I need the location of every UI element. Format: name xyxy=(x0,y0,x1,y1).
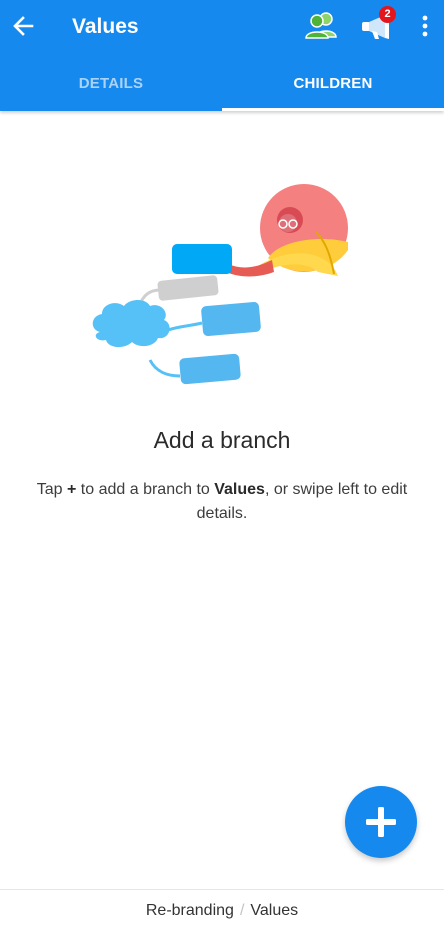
breadcrumb: Re-branding / Values xyxy=(0,889,444,925)
body-prefix: Tap xyxy=(36,481,68,498)
more-options-button[interactable] xyxy=(418,14,432,38)
breadcrumb-current: Values xyxy=(250,902,299,919)
branch-illustration xyxy=(92,184,348,385)
page-title: Values xyxy=(72,15,139,38)
active-tab-indicator xyxy=(222,108,444,111)
more-vertical-icon xyxy=(422,15,428,37)
toolbar: Values 2 xyxy=(0,0,444,56)
body-target: Values xyxy=(214,481,265,498)
tab-children[interactable]: CHILDREN xyxy=(222,58,444,111)
breadcrumb-separator: / xyxy=(239,902,245,919)
tab-details[interactable]: DETAILS xyxy=(0,58,222,111)
add-branch-button[interactable] xyxy=(345,786,417,858)
notification-badge: 2 xyxy=(379,6,396,23)
breadcrumb-parent[interactable]: Re-branding xyxy=(146,902,234,919)
collaborators-button[interactable] xyxy=(304,10,340,40)
empty-state-body: Tap + to add a branch to Values, or swip… xyxy=(20,478,424,526)
body-plus: + xyxy=(67,481,77,498)
empty-state-title: Add a branch xyxy=(153,427,291,453)
back-button[interactable] xyxy=(8,8,40,44)
tab-bar: DETAILS CHILDREN xyxy=(0,58,444,111)
plus-icon xyxy=(366,807,396,837)
body-middle: to add a branch to xyxy=(76,481,215,498)
app-bar: Values 2 DETAILS CHILDREN xyxy=(0,0,444,111)
collaborators-icon xyxy=(305,12,337,39)
arrow-left-icon xyxy=(13,16,34,36)
